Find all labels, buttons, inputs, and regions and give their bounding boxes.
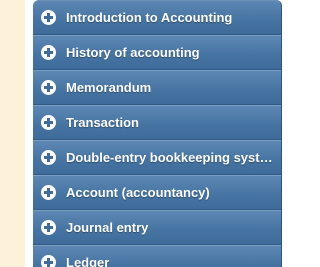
accordion-item-memorandum[interactable]: Memorandum [33, 70, 281, 105]
plus-icon [41, 9, 56, 25]
accordion-item-label: Account (accountancy) [66, 184, 210, 200]
accordion-item-label: Transaction [66, 114, 139, 130]
accordion-item-label: Double-entry bookkeeping syste… [66, 149, 275, 165]
accordion-item-transaction[interactable]: Transaction [33, 105, 281, 140]
page: Introduction to Accounting History of ac… [0, 0, 294, 267]
plus-icon [41, 254, 56, 267]
accordion-item-ledger[interactable]: Ledger [33, 245, 281, 267]
accordion-menu: Introduction to Accounting History of ac… [33, 0, 282, 267]
plus-icon [41, 44, 56, 60]
plus-icon [41, 114, 56, 130]
accordion-item-introduction-to-accounting[interactable]: Introduction to Accounting [33, 0, 281, 35]
accordion-item-history-of-accounting[interactable]: History of accounting [33, 35, 281, 70]
accordion-item-label: Introduction to Accounting [66, 9, 233, 25]
left-margin [0, 0, 25, 267]
accordion-item-label: History of accounting [66, 44, 200, 60]
plus-icon [41, 219, 56, 235]
plus-icon [41, 79, 56, 95]
accordion-item-label: Memorandum [66, 79, 152, 95]
accordion-item-label: Journal entry [66, 219, 149, 235]
plus-icon [41, 184, 56, 200]
accordion-item-label: Ledger [66, 254, 110, 267]
plus-icon [41, 149, 56, 165]
accordion-item-double-entry-bookkeeping[interactable]: Double-entry bookkeeping syste… [33, 140, 281, 175]
accordion-item-journal-entry[interactable]: Journal entry [33, 210, 281, 245]
accordion-item-account-accountancy[interactable]: Account (accountancy) [33, 175, 281, 210]
